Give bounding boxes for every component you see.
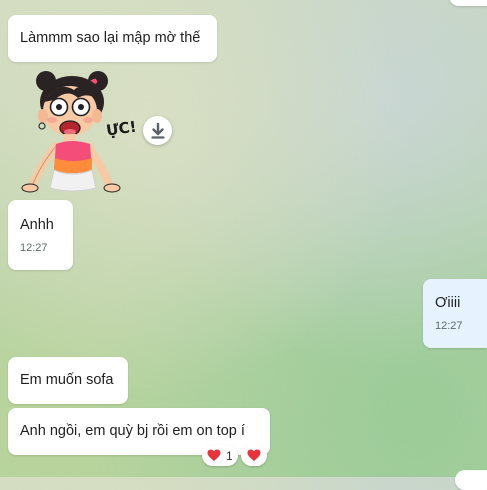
top-corner-pill [449, 0, 487, 6]
bottom-corner-pill [455, 470, 487, 490]
download-button[interactable] [143, 116, 172, 145]
message-time: 12:27 [20, 242, 48, 254]
heart-icon [207, 449, 221, 461]
message-time: 12:27 [435, 320, 463, 332]
reaction-count: 1 [226, 448, 233, 463]
message-bubble-outgoing[interactable]: Ơiiii 12:27 [423, 279, 487, 348]
message-text: Ơiiii [435, 295, 461, 311]
message-text: Làmmm sao lại mập mờ thế [20, 30, 201, 46]
surprised-girl-sticker: ỰC! [21, 71, 138, 193]
sticker-text: ỰC! [105, 118, 138, 140]
message-text: Anhh [20, 217, 54, 233]
sticker[interactable]: ỰC! [18, 66, 140, 196]
reaction-summary[interactable]: 1 [202, 445, 238, 466]
message-bubble-incoming[interactable]: Anhh 12:27 [8, 200, 73, 270]
message-bubble-incoming[interactable]: Em muốn sofa [8, 357, 128, 404]
download-icon [150, 122, 165, 139]
message-text: Anh ngồi, em quỳ bj rồi em on top í [20, 423, 245, 439]
react-button[interactable] [241, 445, 267, 466]
message-text: Em muốn sofa [20, 372, 114, 388]
message-bubble-incoming[interactable]: Làmmm sao lại mập mờ thế [8, 15, 217, 62]
heart-icon [247, 449, 261, 461]
